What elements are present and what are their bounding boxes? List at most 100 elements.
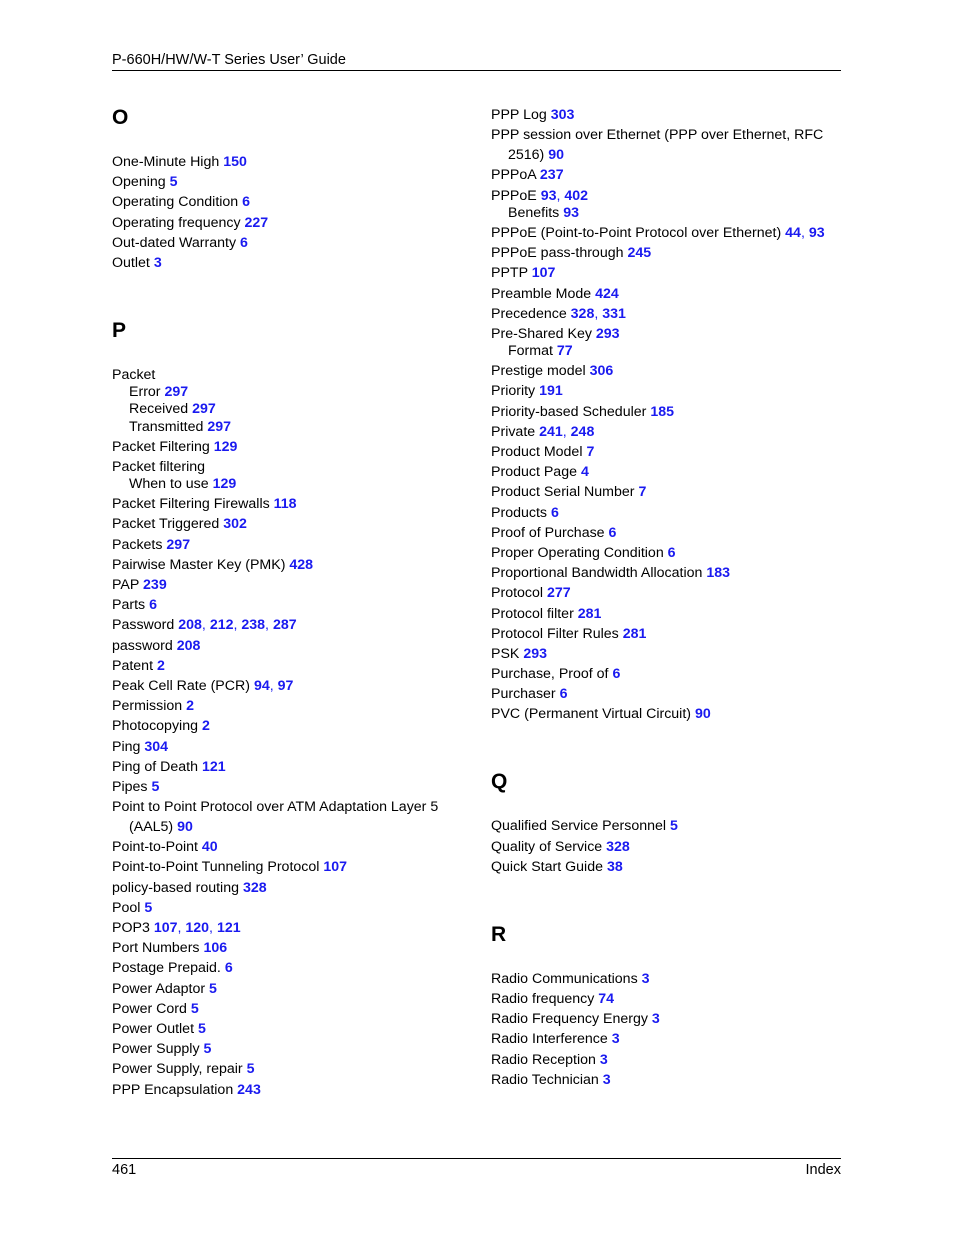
page-link[interactable]: 150 [223,154,247,170]
index-entry: PPPoE pass-through 245 [491,245,841,261]
page-link[interactable]: 5 [209,981,217,997]
page-link[interactable]: 297 [207,419,231,435]
page-link[interactable]: 2 [202,718,210,734]
page-link[interactable]: 6 [612,666,620,682]
page-link[interactable]: 306 [590,363,614,379]
page-link[interactable]: 304 [144,739,168,755]
entry-term: Postage Prepaid. [112,960,221,977]
page-link[interactable]: 6 [240,235,248,251]
page-link[interactable]: 106 [203,940,227,956]
page-link[interactable]: 97 [278,678,294,694]
page-link[interactable]: 328 [571,306,595,322]
page-link[interactable]: 328 [243,880,267,896]
page-link[interactable]: 297 [166,537,190,553]
page-link[interactable]: 40 [202,839,218,855]
page-link[interactable]: 93 [809,225,825,241]
page-link[interactable]: 3 [154,255,162,271]
page-link[interactable]: 77 [557,343,573,359]
page-link[interactable]: 3 [603,1072,611,1088]
page-link[interactable]: 287 [273,617,297,633]
index-entry: PAP 239 [112,577,462,593]
page-link[interactable]: 5 [144,900,152,916]
page-link[interactable]: 107 [323,859,347,875]
page-link[interactable]: 90 [548,147,564,163]
page-link[interactable]: 208 [177,638,201,654]
index-entry: Quality of Service 328 [491,839,841,855]
page-link[interactable]: 74 [598,991,614,1007]
page-link[interactable]: 237 [540,167,564,183]
page-link[interactable]: 328 [606,839,630,855]
page-link[interactable]: 7 [638,484,646,500]
page-link[interactable]: 277 [547,585,571,601]
page-link[interactable]: 6 [551,505,559,521]
page-link[interactable]: 331 [602,306,626,322]
index-entry: Priority 191 [491,383,841,399]
index-entry: Priority-based Scheduler 185 [491,404,841,420]
page-link[interactable]: 5 [198,1021,206,1037]
page-link[interactable]: 424 [595,286,619,302]
page-link[interactable]: 2 [186,698,194,714]
page-link[interactable]: 243 [237,1082,261,1098]
page-link[interactable]: 90 [695,706,711,722]
page-link[interactable]: 6 [668,545,676,561]
page-link[interactable]: 191 [539,383,563,399]
page-link[interactable]: 185 [650,404,674,420]
page-link[interactable]: 44 [785,225,801,241]
page-link[interactable]: 120 [185,920,209,936]
page-link[interactable]: 5 [204,1041,212,1057]
page-link[interactable]: 238 [241,617,265,633]
page-link[interactable]: 4 [581,464,589,480]
page-link[interactable]: 239 [143,577,167,593]
page-link[interactable]: 129 [214,439,238,455]
index-entry: Packet filtering [112,459,462,475]
page-link[interactable]: 241 [539,424,563,440]
page-link[interactable]: 38 [607,859,623,875]
page-link[interactable]: 2 [157,658,165,674]
page-link[interactable]: 183 [706,565,730,581]
page-link[interactable]: 5 [151,779,159,795]
page-link[interactable]: 303 [551,107,575,123]
page-link[interactable]: 121 [217,920,241,936]
page-link[interactable]: 3 [652,1011,660,1027]
page-link[interactable]: 5 [247,1061,255,1077]
page-link[interactable]: 129 [213,476,237,492]
page-link[interactable]: 402 [564,188,588,204]
page-link[interactable]: 118 [274,496,297,512]
page-link[interactable]: 293 [596,326,620,342]
page-link[interactable]: 297 [164,384,188,400]
page-link[interactable]: 245 [627,245,651,261]
page-link[interactable]: 281 [578,606,602,622]
page-link[interactable]: 7 [586,444,594,460]
page-link[interactable]: 3 [642,971,650,987]
page-link[interactable]: 5 [191,1001,199,1017]
page-link[interactable]: 6 [560,686,568,702]
page-link[interactable]: 121 [202,759,226,775]
page-link[interactable]: 6 [149,597,157,613]
page-link[interactable]: 6 [609,525,617,541]
page-link[interactable]: 5 [170,174,178,190]
page-link[interactable]: 302 [223,516,247,532]
page-link[interactable]: 3 [612,1031,620,1047]
page-link[interactable]: 212 [210,617,234,633]
page-link[interactable]: 248 [571,424,595,440]
page-link[interactable]: 428 [289,557,313,573]
page-link[interactable]: 107 [154,920,178,936]
page-link[interactable]: 227 [245,215,269,231]
page-link[interactable]: 293 [523,646,547,662]
index-entry: Operating Condition 6 [112,194,462,210]
page-link[interactable]: 208 [178,617,202,633]
page-link[interactable]: 281 [623,626,647,642]
index-entry: Protocol 277 [491,585,841,601]
page-link[interactable]: 90 [177,819,193,835]
entry-term: Power Outlet [112,1020,195,1037]
page-link[interactable]: 6 [225,960,233,976]
page-link[interactable]: 3 [600,1052,608,1068]
page-link[interactable]: 93 [541,188,557,204]
page-link[interactable]: 297 [192,401,216,417]
page-link[interactable]: 94 [254,678,270,694]
page-link[interactable]: 107 [532,265,556,281]
page-link[interactable]: 6 [242,194,250,210]
index-entry: Patent 2 [112,658,462,674]
page-link[interactable]: 93 [563,205,579,221]
page-link[interactable]: 5 [670,818,678,834]
